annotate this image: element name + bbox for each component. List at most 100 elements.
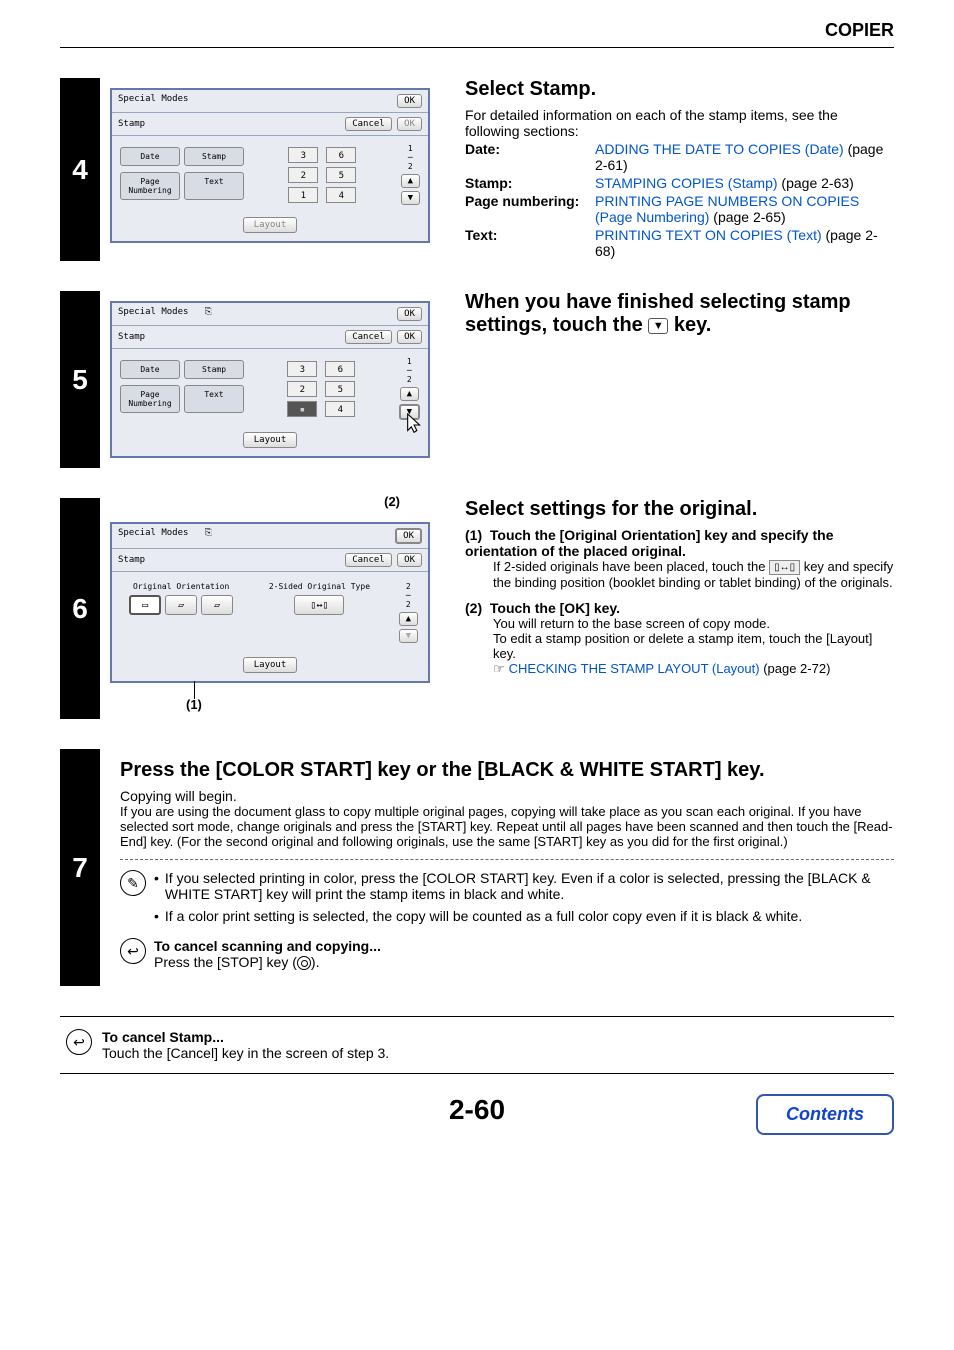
two-sided-key-icon: ▯↔▯ xyxy=(769,560,800,575)
text-label: Text: xyxy=(465,227,595,259)
ok-button[interactable]: OK xyxy=(397,307,422,321)
stop-key-icon xyxy=(297,956,311,970)
cursor-icon xyxy=(404,412,426,438)
step6-1-title: Touch the [Original Orientation] key and… xyxy=(465,527,833,559)
cancel-stamp-note: ↩ To cancel Stamp... Touch the [Cancel] … xyxy=(60,1016,894,1074)
callout-2: (2) xyxy=(384,494,400,509)
orient-portrait-button[interactable]: ▭ xyxy=(129,595,161,615)
tray-icon: ⎘ xyxy=(205,307,212,317)
page-numbering-button[interactable]: Page Numbering xyxy=(120,385,180,413)
stamp-label: Stamp xyxy=(118,332,145,342)
position-2[interactable]: 2 xyxy=(288,167,318,183)
ok-button[interactable]: OK xyxy=(397,553,422,567)
layout-button[interactable]: Layout xyxy=(243,432,298,448)
position-6[interactable]: 6 xyxy=(325,361,355,377)
position-5[interactable]: 5 xyxy=(326,167,356,183)
position-1[interactable]: ▪ xyxy=(287,401,317,417)
ok-button[interactable]: OK xyxy=(395,528,422,544)
special-modes-label: Special Modes xyxy=(118,528,188,538)
stamp-link[interactable]: STAMPING COPIES (Stamp) xyxy=(595,175,778,191)
special-modes-label: Special Modes xyxy=(118,94,188,108)
special-modes-label: Special Modes xyxy=(118,307,188,317)
stamp-button[interactable]: Stamp xyxy=(184,147,244,166)
stamp-screen-step6: Special Modes ⎘ OK Stamp Cancel OK Origi… xyxy=(110,522,430,683)
step6-2-label: (2) xyxy=(465,600,482,616)
step-7: 7 Press the [COLOR START] key or the [BL… xyxy=(60,749,894,986)
step7-bullet2: If a color print setting is selected, th… xyxy=(165,908,802,924)
step-4: 4 Special Modes OK Stamp Cancel OK xyxy=(60,78,894,261)
step-number: 7 xyxy=(60,749,100,986)
two-sided-label: 2-Sided Original Type xyxy=(260,582,378,591)
page-indicator: 1─2 xyxy=(407,357,412,384)
cancel-button[interactable]: Cancel xyxy=(345,553,392,567)
ok-button[interactable]: OK xyxy=(397,94,422,108)
page-indicator: 2─2 xyxy=(406,582,411,609)
position-3[interactable]: 3 xyxy=(287,361,317,377)
contents-button[interactable]: Contents xyxy=(756,1094,894,1135)
position-6[interactable]: 6 xyxy=(326,147,356,163)
pn-ref: (page 2-65) xyxy=(709,209,785,225)
orient-option-button[interactable]: ▱ xyxy=(201,595,233,615)
stamp-ref: (page 2-63) xyxy=(778,175,854,191)
step-number: 4 xyxy=(60,78,100,261)
callout-1: (1) xyxy=(186,697,202,712)
ok-button[interactable]: OK xyxy=(397,117,422,131)
page-numbering-button[interactable]: Page Numbering xyxy=(120,172,180,200)
cancel-scan-body: Press the [STOP] key (). xyxy=(154,954,381,970)
page-number: 2-60 xyxy=(449,1094,505,1125)
scroll-down-button[interactable]: ▼ xyxy=(399,629,418,643)
note-icon: ✎ xyxy=(120,870,146,896)
cancel-stamp-body: Touch the [Cancel] key in the screen of … xyxy=(102,1045,389,1061)
step-number: 6 xyxy=(60,498,100,719)
cancel-button[interactable]: Cancel xyxy=(345,330,392,344)
step6-1-label: (1) xyxy=(465,527,482,543)
stamp-screen-step4: Special Modes OK Stamp Cancel OK Date St… xyxy=(110,88,430,243)
step7-bullet1: If you selected printing in color, press… xyxy=(165,870,894,902)
scroll-up-button[interactable]: ▲ xyxy=(399,612,418,626)
stamp-label: Stamp xyxy=(118,119,145,129)
position-5[interactable]: 5 xyxy=(325,381,355,397)
scroll-up-button[interactable]: ▲ xyxy=(401,174,420,188)
down-arrow-key-icon: ▼ xyxy=(648,318,668,334)
position-3[interactable]: 3 xyxy=(288,147,318,163)
step7-title: Press the [COLOR START] key or the [BLAC… xyxy=(120,759,894,782)
cancel-button[interactable]: Cancel xyxy=(345,117,392,131)
step6-title: Select settings for the original. xyxy=(465,498,894,521)
stamp-button[interactable]: Stamp xyxy=(184,360,244,379)
ok-button[interactable]: OK xyxy=(397,330,422,344)
return-icon: ↩ xyxy=(66,1029,92,1055)
cancel-scan-heading: To cancel scanning and copying... xyxy=(154,938,381,954)
date-button[interactable]: Date xyxy=(120,147,180,166)
orient-option-button[interactable]: ▱ xyxy=(165,595,197,615)
return-icon: ↩ xyxy=(120,938,146,964)
orig-orient-label: Original Orientation xyxy=(122,582,240,591)
position-1[interactable]: 1 xyxy=(288,187,318,203)
scroll-up-button[interactable]: ▲ xyxy=(400,387,419,401)
layout-button[interactable]: Layout xyxy=(243,217,298,233)
position-4[interactable]: 4 xyxy=(326,187,356,203)
text-link[interactable]: PRINTING TEXT ON COPIES (Text) xyxy=(595,227,822,243)
layout-button[interactable]: Layout xyxy=(243,657,298,673)
step-6: 6 (2) Special Modes ⎘ OK Stamp Cancel OK xyxy=(60,498,894,719)
layout-ref: (page 2-72) xyxy=(760,661,831,676)
scroll-down-button[interactable]: ▼ xyxy=(401,191,420,205)
step7-p2: If you are using the document glass to c… xyxy=(120,804,894,849)
divider xyxy=(120,859,894,860)
text-button[interactable]: Text xyxy=(184,172,244,200)
date-button[interactable]: Date xyxy=(120,360,180,379)
step6-2-title: Touch the [OK] key. xyxy=(490,600,620,616)
position-4[interactable]: 4 xyxy=(325,401,355,417)
date-link[interactable]: ADDING THE DATE TO COPIES (Date) xyxy=(595,141,844,157)
stamp-label: Stamp: xyxy=(465,175,595,191)
text-button[interactable]: Text xyxy=(184,385,244,413)
step-5: 5 Special Modes ⎘ OK Stamp Cancel OK xyxy=(60,291,894,468)
tray-icon: ⎘ xyxy=(205,528,212,538)
layout-link[interactable]: CHECKING THE STAMP LAYOUT (Layout) xyxy=(509,661,760,676)
position-2[interactable]: 2 xyxy=(287,381,317,397)
page-indicator: 1─2 xyxy=(408,144,413,171)
two-sided-button[interactable]: ▯↔▯ xyxy=(294,595,344,615)
step6-1-body: If 2-sided originals have been placed, t… xyxy=(493,559,894,590)
ref-icon xyxy=(493,661,509,676)
stamp-label: Stamp xyxy=(118,555,145,565)
step5-title: When you have finished selecting stamp s… xyxy=(465,291,894,337)
